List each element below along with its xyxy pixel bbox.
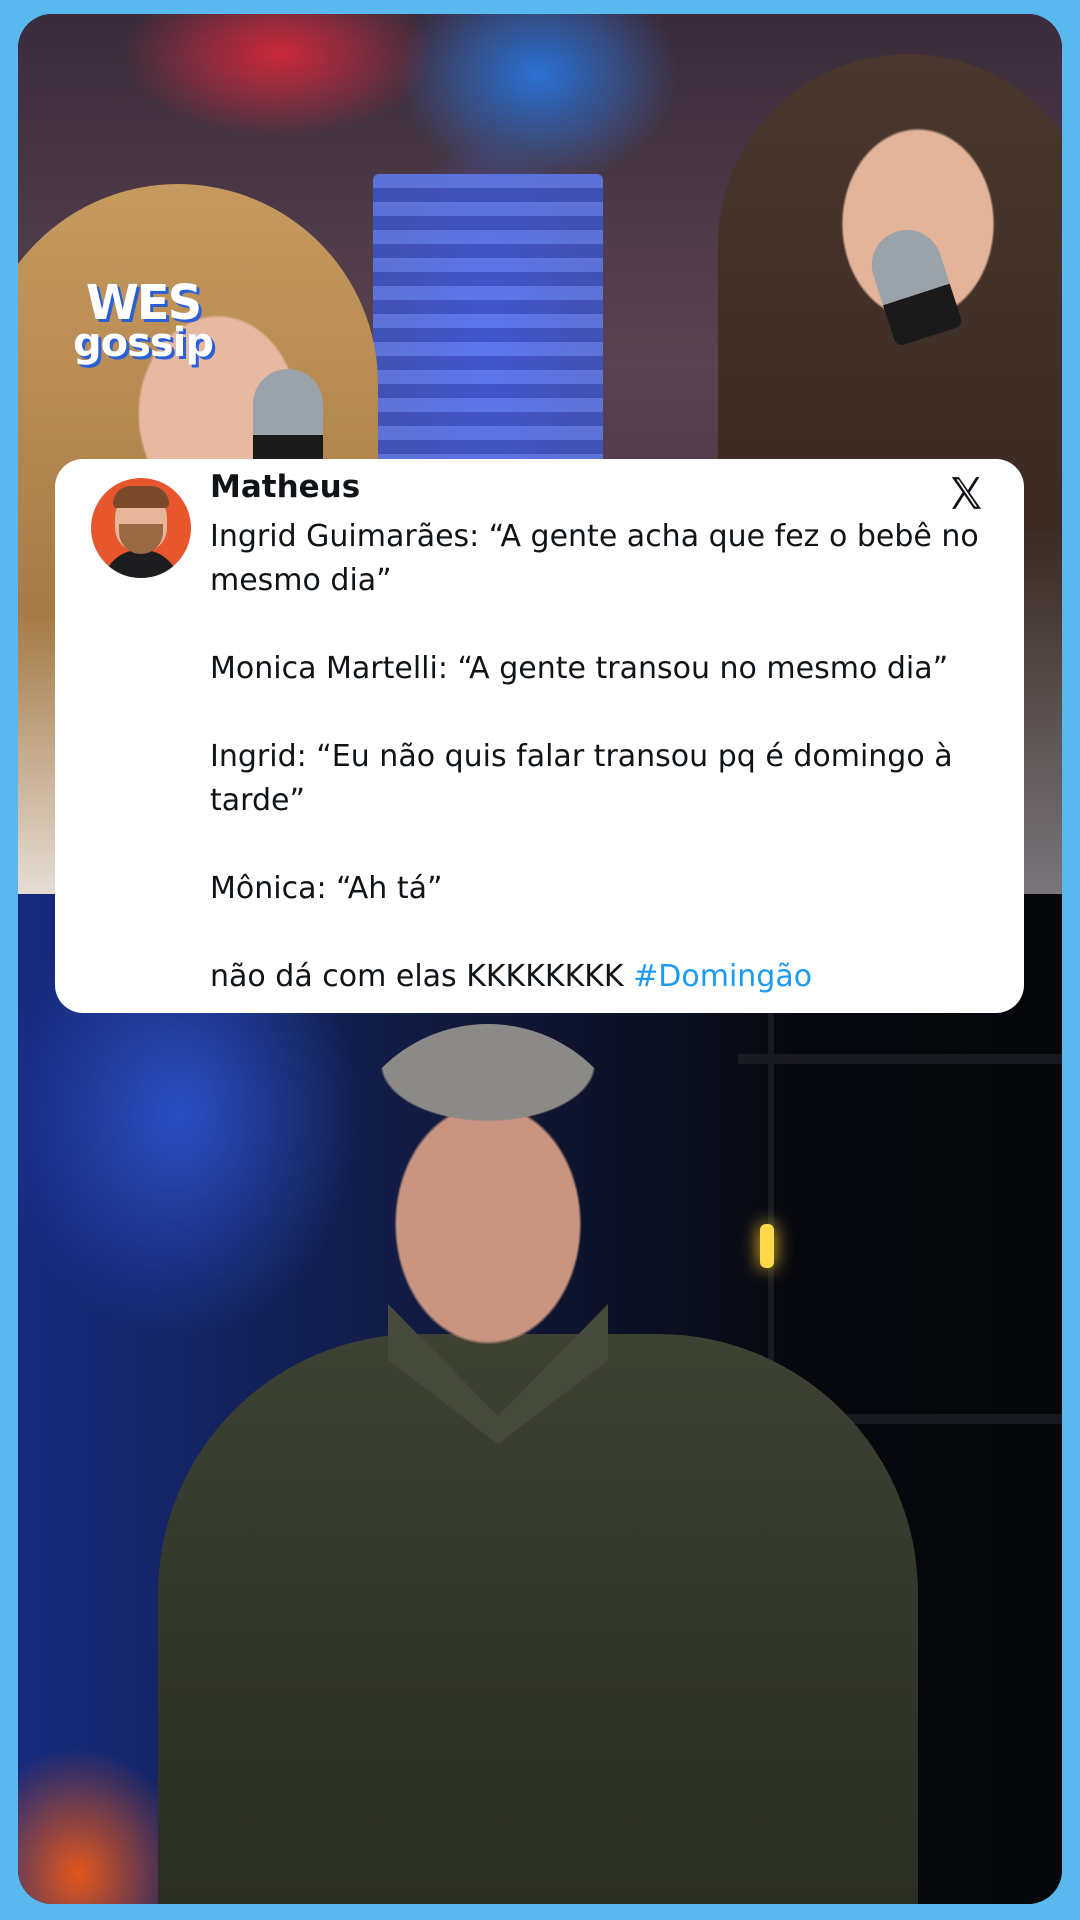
username[interactable]: Matheus: [210, 469, 360, 505]
host-body: [158, 1334, 918, 1904]
studio-light: [760, 1224, 774, 1268]
tweet-line: Monica Martelli: “A gente transou no mes…: [210, 651, 949, 686]
tweet-text: Ingrid Guimarães: “A gente acha que fez …: [210, 515, 1000, 999]
brand-logo: WES gossip: [68, 279, 218, 363]
host-head: [338, 1024, 638, 1404]
tweet-line: Ingrid: “Eu não quis falar transou pq é …: [210, 739, 953, 818]
bottom-photo: [18, 894, 1062, 1904]
hashtag-link[interactable]: #Domingão: [633, 959, 812, 994]
tweet-card[interactable]: Matheus Ingrid Guimarães: “A gente acha …: [55, 459, 1024, 1013]
tweet-last-line: não dá com elas KKKKKKKK #Domingão: [210, 955, 1000, 999]
avatar[interactable]: [91, 478, 191, 578]
tweet-line: Ingrid Guimarães: “A gente acha que fez …: [210, 519, 979, 598]
stage-stairs: [373, 174, 603, 464]
tweet-line-text: não dá com elas KKKKKKKK: [210, 959, 634, 994]
brand-logo-line2: gossip: [72, 320, 214, 366]
tweet-line: Mônica: “Ah tá”: [210, 871, 443, 906]
x-logo-icon: [951, 477, 982, 509]
